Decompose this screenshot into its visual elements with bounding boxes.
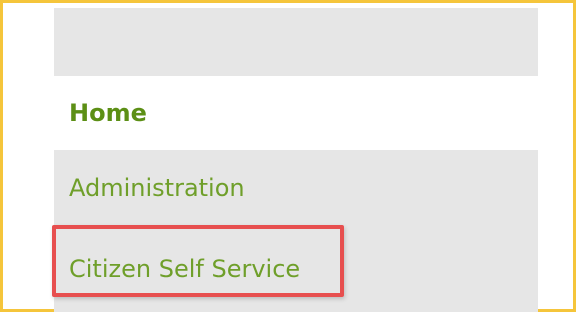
nav-item-label: Citizen Self Service <box>69 255 301 283</box>
nav-item-citizen-self-service[interactable]: Citizen Self Service <box>54 226 538 312</box>
nav-header-block <box>54 8 538 76</box>
navigation-panel: Home Administration Citizen Self Service <box>54 8 538 312</box>
nav-item-administration[interactable]: Administration <box>54 150 538 226</box>
nav-item-label: Administration <box>69 174 245 202</box>
nav-item-home[interactable]: Home <box>54 76 538 150</box>
nav-item-label: Home <box>69 99 147 127</box>
